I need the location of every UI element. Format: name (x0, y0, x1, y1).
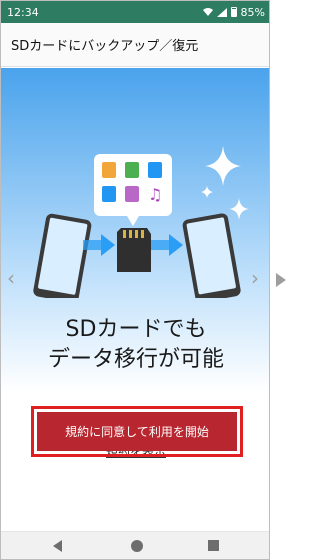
music-icon: ♫ (148, 185, 162, 204)
headline-line-2: データ移行が可能 (47, 347, 224, 372)
phone-icon (182, 213, 241, 298)
home-icon[interactable] (131, 540, 143, 552)
battery-percent: 85% (240, 5, 265, 19)
signal-icon (216, 7, 227, 17)
onboarding-headline: SDカードでも データ移行が可能 (1, 315, 269, 375)
battery-icon (230, 7, 237, 17)
sd-card-icon (117, 228, 151, 272)
chevron-right-icon[interactable]: › (251, 268, 265, 288)
app-bar: SDカードにバックアップ／復元 (1, 23, 269, 67)
phone-screen: 12:34 85% SDカードにバックアップ／復元 ♫ ‹ › SDカードでも … (0, 0, 270, 560)
next-screen-arrow-icon[interactable] (276, 273, 286, 287)
headline-line-1: SDカードでも (65, 317, 207, 342)
page-title: SDカードにバックアップ／復元 (11, 39, 199, 54)
status-time: 12:34 (7, 5, 39, 19)
sparkle-icon (201, 146, 249, 220)
migration-illustration: ♫ (33, 146, 249, 298)
app-data-bubble: ♫ (94, 154, 172, 226)
contacts-icon (102, 162, 116, 178)
status-indicators: 85% (202, 5, 265, 19)
chevron-left-icon[interactable]: ‹ (7, 268, 21, 288)
app-icon (148, 162, 162, 178)
calendar-icon (125, 186, 139, 202)
onboarding-content: ♫ ‹ › SDカードでも データ移行が可能 規約を表示 (1, 68, 269, 531)
system-nav-bar (1, 531, 269, 559)
wifi-icon (202, 8, 213, 16)
recents-icon[interactable] (208, 540, 219, 551)
back-icon[interactable] (53, 540, 62, 552)
status-bar: 12:34 85% (1, 1, 269, 23)
phone-icon (33, 213, 92, 298)
photos-icon (125, 162, 139, 178)
agree-and-start-button[interactable]: 規約に同意して利用を開始 (37, 412, 237, 451)
video-icon (102, 186, 116, 202)
